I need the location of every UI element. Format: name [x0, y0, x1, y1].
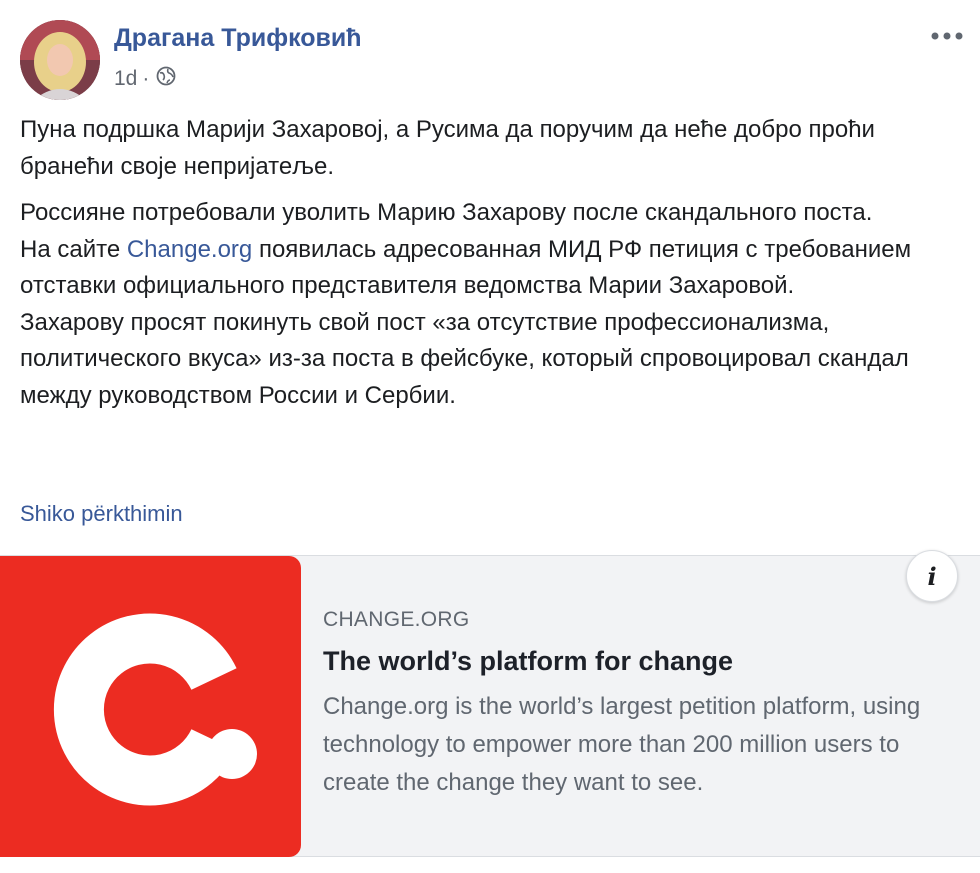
more-horizontal-icon	[931, 32, 963, 40]
globe-icon[interactable]	[156, 66, 176, 92]
see-translation-link[interactable]: Shiko përkthimin	[20, 501, 183, 527]
more-options-button[interactable]	[930, 22, 964, 50]
change-org-link[interactable]: Change.org	[127, 236, 252, 263]
info-icon: i	[927, 561, 937, 591]
avatar[interactable]	[20, 20, 100, 100]
meta-separator: ·	[142, 67, 150, 90]
post-text-russian-1: Россияне потребовали уволить Марию Захар…	[20, 199, 873, 226]
link-preview-card[interactable]: CHANGE.ORG The world’s platform for chan…	[0, 550, 980, 857]
author-name[interactable]: Драгана Трифковић	[114, 24, 362, 53]
post-text-serbian: Пуна подршка Марији Захаровој, а Русима …	[20, 116, 875, 180]
post-meta: 1d ·	[114, 66, 176, 92]
card-title[interactable]: The world’s platform for change	[323, 644, 953, 678]
change-org-logo	[0, 556, 301, 857]
info-button[interactable]: i	[906, 550, 958, 602]
timestamp[interactable]: 1d	[114, 67, 137, 91]
card-description: Change.org is the world’s largest petiti…	[323, 693, 921, 796]
post-text-russian-3: Захарову просят покинуть свой пост «за о…	[20, 308, 909, 409]
post-text: Пуна подршка Марији Захаровој, а Русима …	[20, 112, 960, 414]
post-text-russian-2-before: На сайте	[20, 235, 127, 263]
post-text-russian-2: На сайте Change.org появилась адресованн…	[20, 232, 960, 305]
card-domain: CHANGE.ORG	[323, 608, 470, 631]
